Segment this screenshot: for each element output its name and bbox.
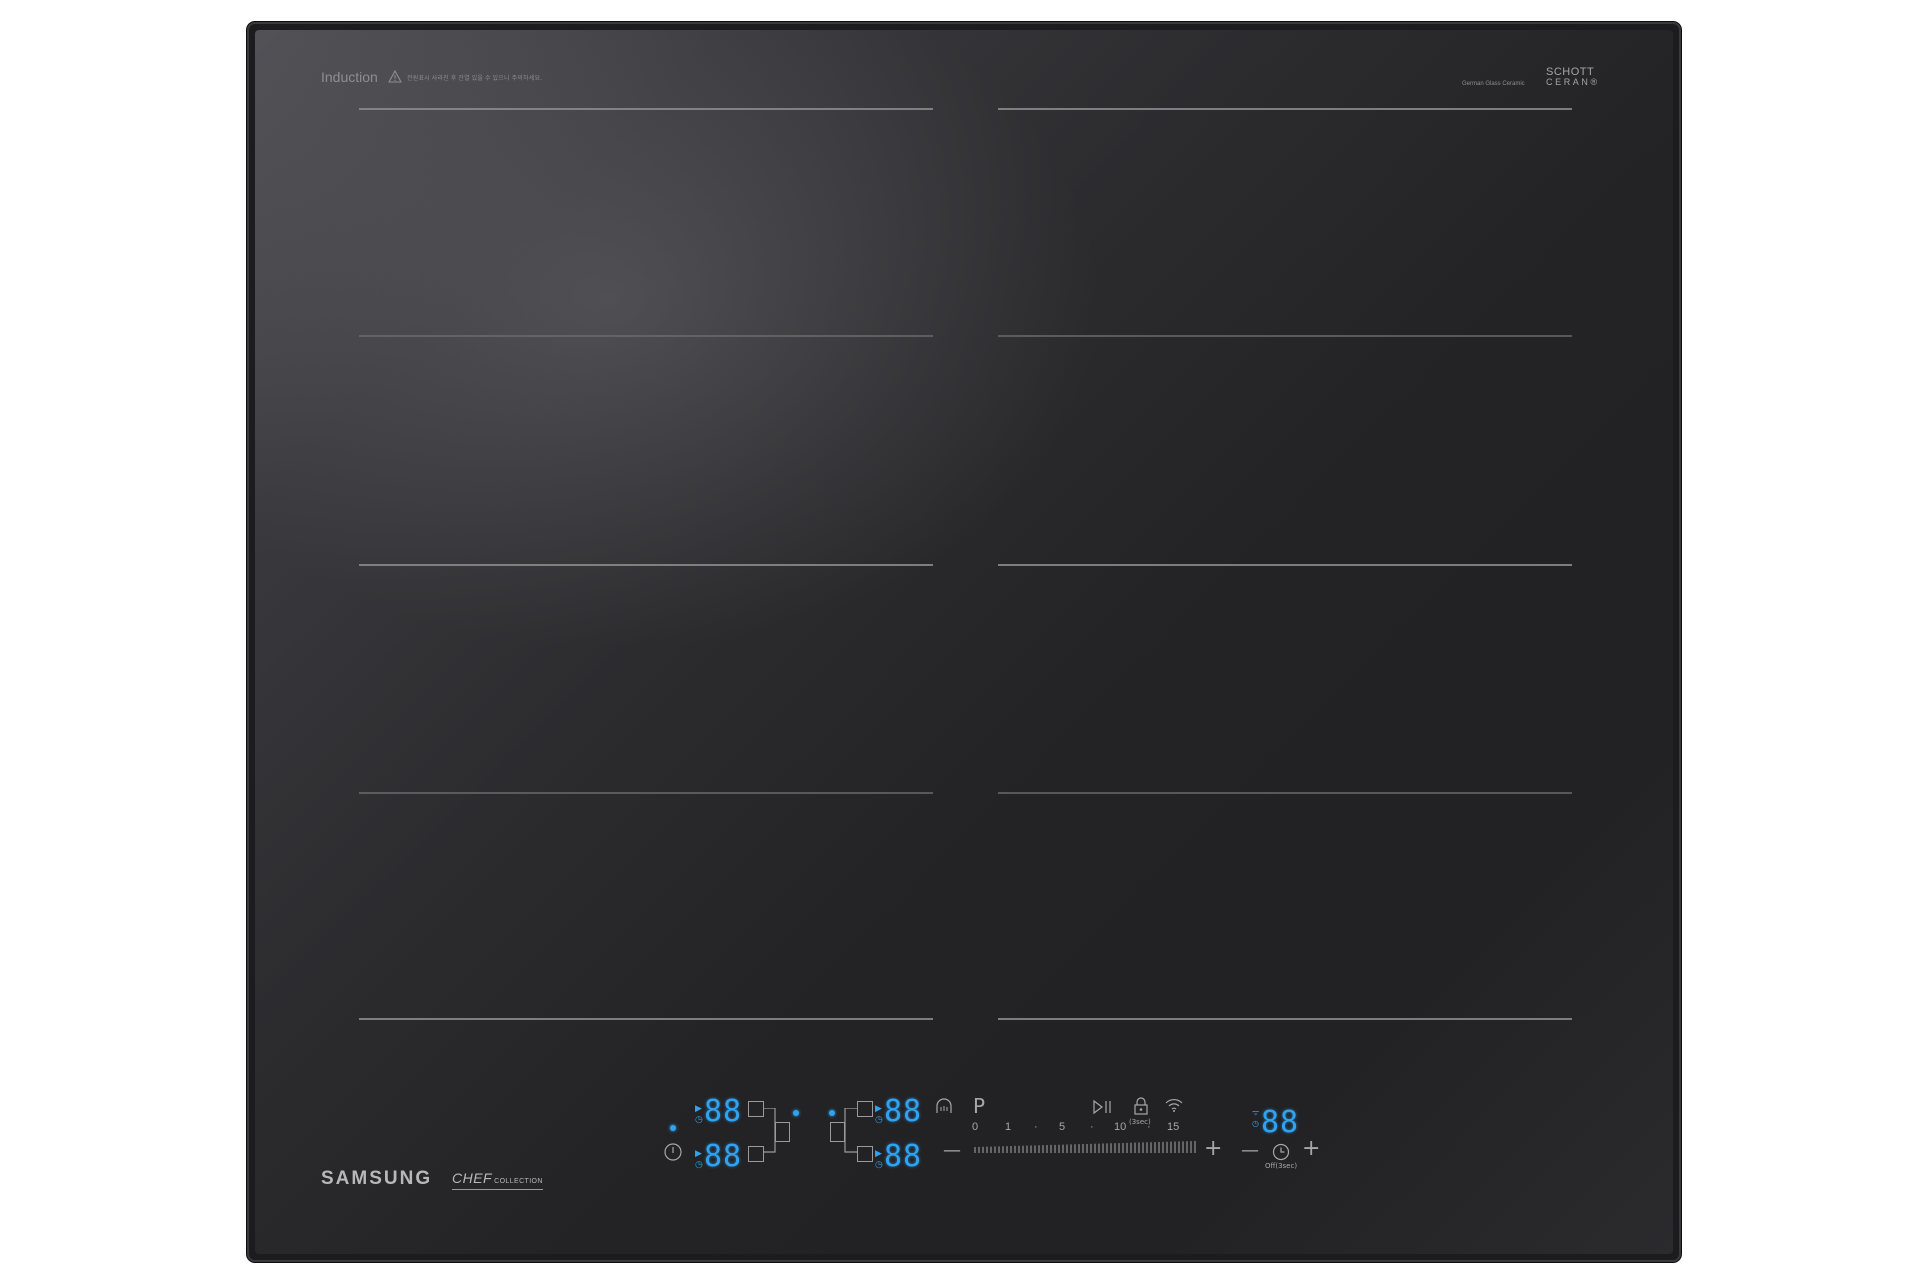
play-pause-icon[interactable] [1092,1099,1114,1115]
lock-icon[interactable] [1132,1096,1150,1116]
timer-caption: Off(3sec) [1265,1162,1298,1170]
front-left-display: 88 [704,1139,743,1174]
left-bridge-button[interactable] [775,1122,790,1142]
program-button[interactable]: P [973,1094,985,1118]
front-left-arrow-indicator: ▶ [695,1148,702,1158]
slider-tick-label: 15 [1167,1121,1180,1133]
glass-caption: German Glass Ceramic [1462,81,1525,87]
zone-left-line-1 [359,108,933,110]
wifi-icon[interactable] [1164,1097,1184,1113]
rear-right-zone-button[interactable] [857,1101,873,1117]
zone-left-line-3 [359,564,933,566]
zone-right-line-1 [998,108,1572,110]
rear-left-arrow-indicator: ▶ [695,1103,702,1113]
zone-right-line-3 [998,564,1572,566]
power-indicator-dot [670,1125,676,1131]
lock-caption: (3sec) [1129,1118,1151,1126]
cooktop-frame: Induction 전원표시 사라진 후 잔열 있을 수 있으니 주의하세요. … [247,22,1681,1262]
slider-tick-label: 1 [1005,1121,1012,1133]
left-bridge-indicator-dot [793,1110,799,1116]
zone-left-line-4 [359,792,933,794]
level-minus-button[interactable]: — [943,1140,961,1161]
warning-text: 전원표시 사라진 후 잔열 있을 수 있으니 주의하세요. [407,76,543,82]
zone-right-line-5 [998,1018,1572,1020]
timer-minus-button[interactable]: — [1241,1140,1259,1161]
samsung-logo: SAMSUNG [321,1168,433,1189]
chef-logo-text: CHEF [452,1170,493,1186]
chef-collection-logo: CHEF COLLECTION [452,1170,543,1190]
front-left-timer-indicator: ◷ [695,1159,703,1169]
mode-label: Induction [321,69,378,85]
front-right-display: 88 [884,1139,923,1174]
power-icon[interactable] [663,1142,683,1162]
timer-display: 88 [1261,1105,1300,1140]
collection-logo-text: COLLECTION [494,1178,543,1185]
level-plus-button[interactable]: + [1204,1136,1222,1161]
slider-tick-label: · [1034,1121,1038,1133]
front-right-zone-button[interactable] [857,1146,873,1162]
timer-wifi-indicator: ᯤ [1252,1108,1260,1117]
rear-right-display: 88 [884,1094,923,1129]
timer-plus-button[interactable]: + [1302,1136,1320,1161]
zone-right-line-2 [998,335,1572,337]
warning-icon [388,70,402,83]
right-bridge-connector [844,1108,857,1153]
zone-left-line-5 [359,1018,933,1020]
slider-tick-label: 5 [1059,1121,1066,1133]
zone-right-line-4 [998,792,1572,794]
slider-tick-label: · [1090,1121,1094,1133]
slider-tick-label: 10 [1114,1121,1127,1133]
power-level-slider[interactable] [973,1139,1199,1155]
rear-left-zone-button[interactable] [748,1101,764,1117]
rear-right-timer-indicator: ◷ [875,1114,883,1124]
clock-icon[interactable] [1272,1143,1290,1161]
slider-tick-label: 0 [972,1121,979,1133]
front-right-timer-indicator: ◷ [875,1159,883,1169]
timer-lock-indicator: ◷ [1252,1119,1259,1128]
rear-left-display: 88 [704,1094,743,1129]
front-left-zone-button[interactable] [748,1146,764,1162]
keep-warm-icon[interactable] [934,1097,954,1117]
rear-right-arrow-indicator: ▶ [875,1103,882,1113]
front-right-arrow-indicator: ▶ [875,1148,882,1158]
glass-brand-line2: CERAN® [1546,77,1600,87]
glass-surface: Induction 전원표시 사라진 후 잔열 있을 수 있으니 주의하세요. … [255,30,1673,1254]
rear-left-timer-indicator: ◷ [695,1114,703,1124]
zone-left-line-2 [359,335,933,337]
